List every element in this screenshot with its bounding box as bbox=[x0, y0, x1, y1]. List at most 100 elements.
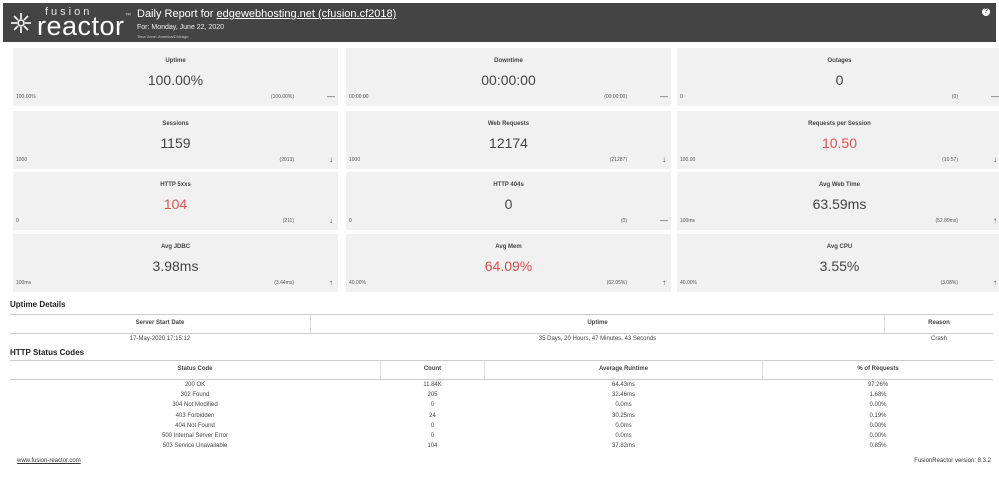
status-avg-runtime: 32.46ms bbox=[611, 392, 635, 399]
uptime-details-header: Server Start Date Uptime Reason bbox=[10, 314, 993, 334]
uptime-reason: Crash bbox=[930, 336, 947, 342]
metric-value: 3.98ms bbox=[152, 258, 199, 274]
status-count: 24 bbox=[429, 412, 436, 419]
logo-text-reactor: reactor bbox=[37, 11, 125, 41]
metric-value: 64.09% bbox=[484, 258, 533, 274]
metric-value: 12174 bbox=[489, 135, 528, 151]
status-avg-runtime: 0.0ms bbox=[615, 433, 632, 439]
metric-tile: HTTP 404s 0 0 (0) — bbox=[346, 172, 671, 230]
metric-baseline: 40.00% bbox=[349, 280, 366, 286]
uptime-header-start-date: Server Start Date bbox=[135, 320, 185, 326]
metric-tile: Avg CPU 3.55% 40.00% (3.08%) ↑ bbox=[677, 234, 999, 292]
metric-previous: (2013) bbox=[279, 157, 294, 163]
metric-value: 3.55% bbox=[819, 258, 860, 274]
status-count: 0 bbox=[430, 422, 435, 429]
metric-previous: (00:00:00) bbox=[604, 94, 627, 100]
metric-tile: Web Requests 12174 1000 (21287) ↓ bbox=[346, 111, 671, 169]
report-header: fusion reactor ™ Daily Report for edgewe… bbox=[3, 3, 996, 42]
metric-baseline: 0 bbox=[16, 218, 19, 224]
metric-tile: Outages 0 0 (0) — bbox=[677, 48, 999, 106]
status-count: 11.84K bbox=[423, 382, 442, 388]
report-title-prefix: Daily Report for bbox=[137, 8, 214, 20]
metric-tile: Uptime 100.00% 100.00% (100.00%) — bbox=[13, 48, 338, 106]
metric-tile: Avg JDBC 3.98ms 100ms (3.44ms) ↑ bbox=[13, 234, 338, 292]
metric-tile: Requests per Session 10.50 100.00 (10.57) ↓ bbox=[677, 111, 999, 169]
metric-previous: (3.08%) bbox=[940, 280, 958, 286]
arrow-up-icon: ↑ bbox=[329, 278, 333, 287]
dash-icon: — bbox=[660, 92, 668, 101]
status-count: 0 bbox=[430, 402, 435, 409]
metric-label: Avg Web Time bbox=[819, 182, 860, 188]
trademark-symbol: ™ bbox=[125, 13, 131, 19]
metric-tile: Avg Mem 64.09% 40.00% (62.05%) ↑ bbox=[346, 234, 671, 292]
metric-tile: HTTP 5xxs 104 0 (211) ↓ bbox=[13, 172, 338, 230]
metric-value: 1159 bbox=[160, 135, 191, 151]
arrow-down-icon: ↓ bbox=[662, 155, 666, 164]
metric-label: Avg JDBC bbox=[160, 244, 191, 250]
status-percent: 0.85% bbox=[869, 443, 887, 450]
status-percent: 0.00% bbox=[869, 433, 887, 439]
status-header-code: Status Code bbox=[177, 366, 213, 372]
status-avg-runtime: 37.82ms bbox=[611, 443, 635, 450]
metric-value: 0 bbox=[504, 196, 513, 212]
status-percent: 0.19% bbox=[869, 412, 887, 419]
status-avg-runtime: 0.0ms bbox=[615, 422, 632, 429]
metric-baseline: 0 bbox=[349, 218, 352, 224]
report-server-link[interactable]: edgewebhosting.net (cfusion.cf2018) bbox=[216, 8, 396, 20]
fusion-reactor-website-link[interactable]: www.fusion-reactor.com bbox=[17, 458, 81, 464]
metric-value: 104 bbox=[163, 196, 188, 212]
metric-label: Uptime bbox=[165, 58, 186, 64]
metric-baseline: 1000 bbox=[349, 157, 361, 163]
metric-previous: (62.05%) bbox=[606, 280, 627, 286]
metric-previous: (3.44ms) bbox=[274, 280, 294, 286]
status-avg-runtime: 30.25ms bbox=[611, 412, 635, 419]
metric-previous: (0) bbox=[620, 218, 627, 224]
status-percent: 0.00% bbox=[869, 402, 887, 409]
fusionreactor-logo[interactable]: fusion reactor bbox=[9, 5, 129, 41]
metric-label: HTTP 404s bbox=[493, 182, 524, 188]
status-code: 500 Internal Server Error bbox=[161, 433, 229, 439]
metric-baseline: 1000 bbox=[16, 157, 28, 163]
arrow-down-icon: ↓ bbox=[329, 155, 333, 164]
status-percent: 1.68% bbox=[869, 392, 887, 399]
metric-baseline: 00:00:00 bbox=[349, 94, 369, 100]
metric-tile: Downtime 00:00:00 00:00:00 (00:00:00) — bbox=[346, 48, 671, 106]
metric-label: Sessions bbox=[162, 121, 189, 127]
status-header-count: Count bbox=[423, 366, 442, 372]
metric-previous: (21287) bbox=[609, 157, 627, 163]
arrow-down-icon: ↓ bbox=[993, 155, 997, 164]
arrow-up-icon: ↑ bbox=[662, 278, 666, 287]
metric-value: 10.50 bbox=[821, 135, 858, 151]
metric-tile: Avg Web Time 63.59ms 100ms (52.89ms) ↑ bbox=[677, 172, 999, 230]
status-header-avg-runtime: Average Runtime bbox=[598, 366, 649, 372]
arrow-down-icon: ↓ bbox=[329, 216, 333, 225]
metric-value: 63.59ms bbox=[812, 196, 867, 212]
arrow-up-icon: ↑ bbox=[993, 278, 997, 287]
metric-baseline: 100.00% bbox=[16, 94, 36, 100]
status-percent: 0.00% bbox=[869, 422, 887, 429]
report-title: Daily Report for edgewebhosting.net (cfu… bbox=[137, 8, 396, 20]
metric-value: 100.00% bbox=[147, 72, 204, 88]
status-percent: 97.26% bbox=[867, 382, 889, 388]
uptime-header-reason: Reason bbox=[928, 320, 950, 326]
arrow-up-icon: ↑ bbox=[993, 216, 997, 225]
status-code: 200 OK bbox=[184, 382, 206, 388]
metric-previous: (52.89ms) bbox=[935, 218, 958, 224]
metric-baseline: 100.00 bbox=[680, 157, 696, 163]
uptime-header-uptime: Uptime bbox=[587, 320, 608, 326]
metric-label: Downtime bbox=[494, 58, 523, 64]
status-code: 403 Forbidden bbox=[175, 412, 215, 419]
metric-baseline: 40.00% bbox=[680, 280, 697, 286]
metric-label: Avg CPU bbox=[826, 244, 853, 250]
metric-label: Avg Mem bbox=[495, 244, 522, 250]
dash-icon: — bbox=[991, 92, 999, 101]
status-avg-runtime: 64.43ms bbox=[611, 382, 635, 388]
status-code: 404 Not Found bbox=[175, 422, 215, 429]
help-icon[interactable]: ? bbox=[982, 8, 990, 16]
metric-label: Requests per Session bbox=[808, 121, 871, 127]
status-count: 104 bbox=[427, 443, 438, 450]
status-avg-runtime: 0.0ms bbox=[615, 402, 632, 409]
metric-baseline: 100ms bbox=[680, 218, 696, 224]
metric-previous: (211) bbox=[282, 218, 294, 224]
status-header-percent: % of Requests bbox=[857, 366, 899, 372]
